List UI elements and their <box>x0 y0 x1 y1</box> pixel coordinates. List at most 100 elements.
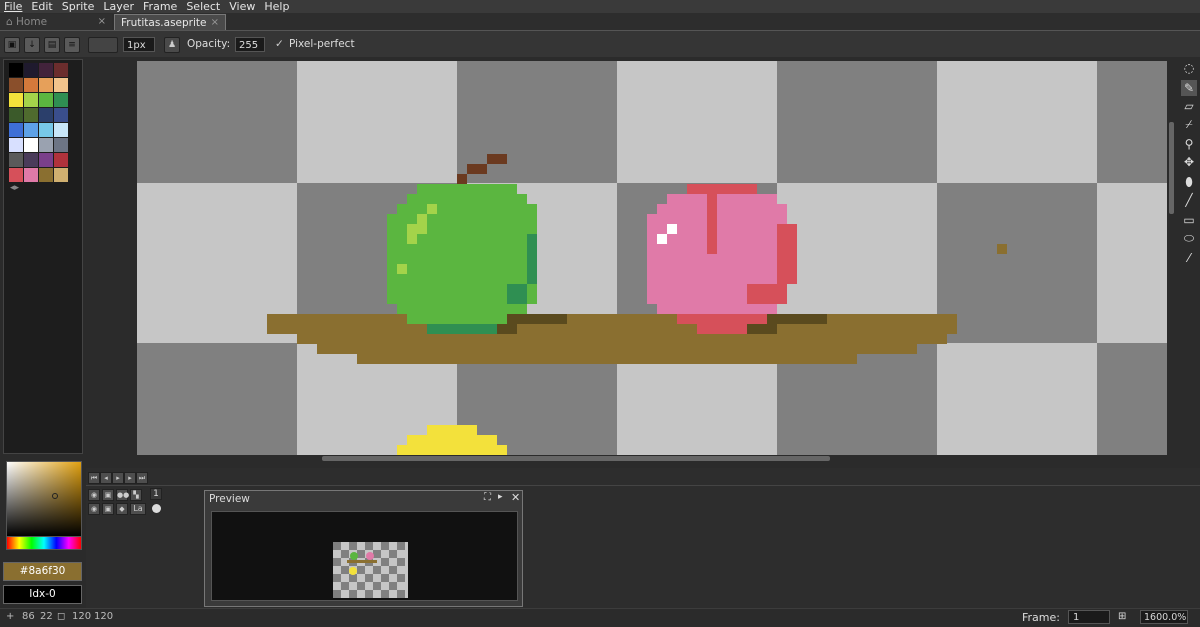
palette-swatch[interactable] <box>24 123 38 137</box>
move-icon[interactable]: ✥ <box>1181 154 1197 170</box>
palette-swatch[interactable] <box>39 78 53 92</box>
pencil-icon[interactable]: ✎ <box>1181 80 1197 96</box>
palette-swatch[interactable] <box>39 108 53 122</box>
new-frame-icon[interactable]: ⊞ <box>1118 611 1126 622</box>
palette-swatch[interactable] <box>9 138 23 152</box>
link-icon[interactable]: ▚ <box>130 489 142 501</box>
preview-window: Preview ⛶ ▸ ✕ <box>204 490 523 607</box>
frame-header[interactable]: 1 <box>150 488 162 500</box>
close-icon[interactable]: ✕ <box>511 491 520 504</box>
foreground-color[interactable]: #8a6f30 <box>3 562 82 581</box>
palette-grid <box>9 63 68 182</box>
continuous-icon[interactable]: ◆ <box>116 503 128 515</box>
palette-swatch[interactable] <box>54 168 68 182</box>
palette-swatch[interactable] <box>9 93 23 107</box>
ellipse-icon[interactable]: ⬭ <box>1181 230 1197 246</box>
ink-icon[interactable]: ♟ <box>164 37 180 53</box>
prev-frame-icon[interactable]: ◂ <box>100 472 112 484</box>
color-picker[interactable] <box>6 461 82 537</box>
palette-swatch[interactable] <box>9 108 23 122</box>
list-icon[interactable]: ≡ <box>64 37 80 53</box>
palette-swatch[interactable] <box>9 123 23 137</box>
palette-swatch[interactable] <box>39 153 53 167</box>
palette-swatch[interactable] <box>54 78 68 92</box>
palette-swatch[interactable] <box>24 93 38 107</box>
preview-thumbnail <box>333 542 408 598</box>
lock-icon[interactable]: ▣ <box>4 37 20 53</box>
cel-dot[interactable] <box>152 504 161 513</box>
palette-swatch[interactable] <box>24 168 38 182</box>
menu-file[interactable]: File <box>0 0 27 13</box>
play-icon[interactable]: ▸ <box>112 472 124 484</box>
palette-swatch[interactable] <box>54 123 68 137</box>
menu-layer[interactable]: Layer <box>99 0 139 13</box>
menu-sprite[interactable]: Sprite <box>58 0 100 13</box>
eye-icon[interactable]: ◉ <box>88 503 100 515</box>
first-frame-icon[interactable]: ⏮ <box>88 472 100 484</box>
close-icon[interactable]: × <box>211 15 219 31</box>
palette-swatch[interactable] <box>24 138 38 152</box>
close-icon[interactable]: × <box>98 14 106 30</box>
mouse-cursor <box>997 244 1007 254</box>
layer-name[interactable]: La <box>130 503 146 515</box>
palette-swatch[interactable] <box>39 123 53 137</box>
arrow-down-icon[interactable]: ↓ <box>24 37 40 53</box>
palette-swatch[interactable] <box>9 63 23 77</box>
palette-swatch[interactable] <box>24 108 38 122</box>
last-frame-icon[interactable]: ⏭ <box>136 472 148 484</box>
palette-swatch[interactable] <box>39 93 53 107</box>
sprite-canvas[interactable] <box>137 61 1167 455</box>
palette-swatch[interactable] <box>54 93 68 107</box>
palette-swatch[interactable] <box>9 78 23 92</box>
eraser-icon[interactable]: ▱ <box>1181 98 1197 114</box>
brush-size-field[interactable]: 1px <box>123 37 155 52</box>
lock-icon[interactable]: ▣ <box>102 503 114 515</box>
tab-home[interactable]: ⌂ Home × <box>0 14 112 30</box>
menu-edit[interactable]: Edit <box>27 0 57 13</box>
palette-swatch[interactable] <box>39 138 53 152</box>
tab-bar: ⌂ Home × Frutitas.aseprite × <box>0 13 1200 31</box>
vertical-scrollbar[interactable] <box>1169 122 1174 214</box>
tab-document[interactable]: Frutitas.aseprite × <box>114 14 226 30</box>
palette-swatch[interactable] <box>54 138 68 152</box>
palette-swatch[interactable] <box>24 153 38 167</box>
marquee-icon[interactable]: ◌ <box>1181 60 1197 76</box>
palette-swatch[interactable] <box>54 63 68 77</box>
palette-swatch[interactable] <box>54 153 68 167</box>
zoom-field[interactable]: 1600.0% <box>1140 610 1188 624</box>
frame-field[interactable]: 1 <box>1068 610 1110 624</box>
menu-help[interactable]: Help <box>260 0 294 13</box>
background-color[interactable]: Idx-0 <box>3 585 82 604</box>
page-icon[interactable]: ▤ <box>44 37 60 53</box>
palette-swatch[interactable] <box>9 153 23 167</box>
palette-swatch[interactable] <box>24 63 38 77</box>
play-icon[interactable]: ▸ <box>498 492 503 502</box>
onion-skin-icon[interactable]: ●● <box>116 489 129 501</box>
line-icon[interactable]: ╱ <box>1181 192 1197 208</box>
menu-frame[interactable]: Frame <box>139 0 182 13</box>
palette-swatch[interactable] <box>39 168 53 182</box>
brush-type-button[interactable] <box>88 37 118 53</box>
lock-icon[interactable]: ▣ <box>102 489 114 501</box>
hue-slider[interactable] <box>6 536 82 550</box>
next-frame-icon[interactable]: ▸ <box>124 472 136 484</box>
menu-bar: File Edit Sprite Layer Frame Select View… <box>0 0 1200 13</box>
spray-icon[interactable]: ⁄ <box>1181 250 1197 266</box>
checkbox-icon[interactable]: ✓ <box>275 38 284 50</box>
menu-view[interactable]: View <box>225 0 260 13</box>
zoom-icon[interactable]: ⚲ <box>1181 136 1197 152</box>
horizontal-scrollbar[interactable] <box>322 456 830 461</box>
eye-icon[interactable]: ◉ <box>88 489 100 501</box>
palette-resize-icon[interactable]: ◂▸ <box>10 183 19 193</box>
eyedropper-icon[interactable]: ⌿ <box>1181 116 1197 132</box>
opacity-field[interactable]: 255 <box>235 37 265 52</box>
rectangle-icon[interactable]: ▭ <box>1181 212 1197 228</box>
palette-swatch[interactable] <box>54 108 68 122</box>
bucket-icon[interactable]: ⬮ <box>1181 174 1197 190</box>
palette-swatch[interactable] <box>9 168 23 182</box>
expand-icon[interactable]: ⛶ <box>484 492 491 503</box>
size-icon: ◻ <box>57 611 66 622</box>
palette-swatch[interactable] <box>24 78 38 92</box>
palette-swatch[interactable] <box>39 63 53 77</box>
menu-select[interactable]: Select <box>182 0 225 13</box>
